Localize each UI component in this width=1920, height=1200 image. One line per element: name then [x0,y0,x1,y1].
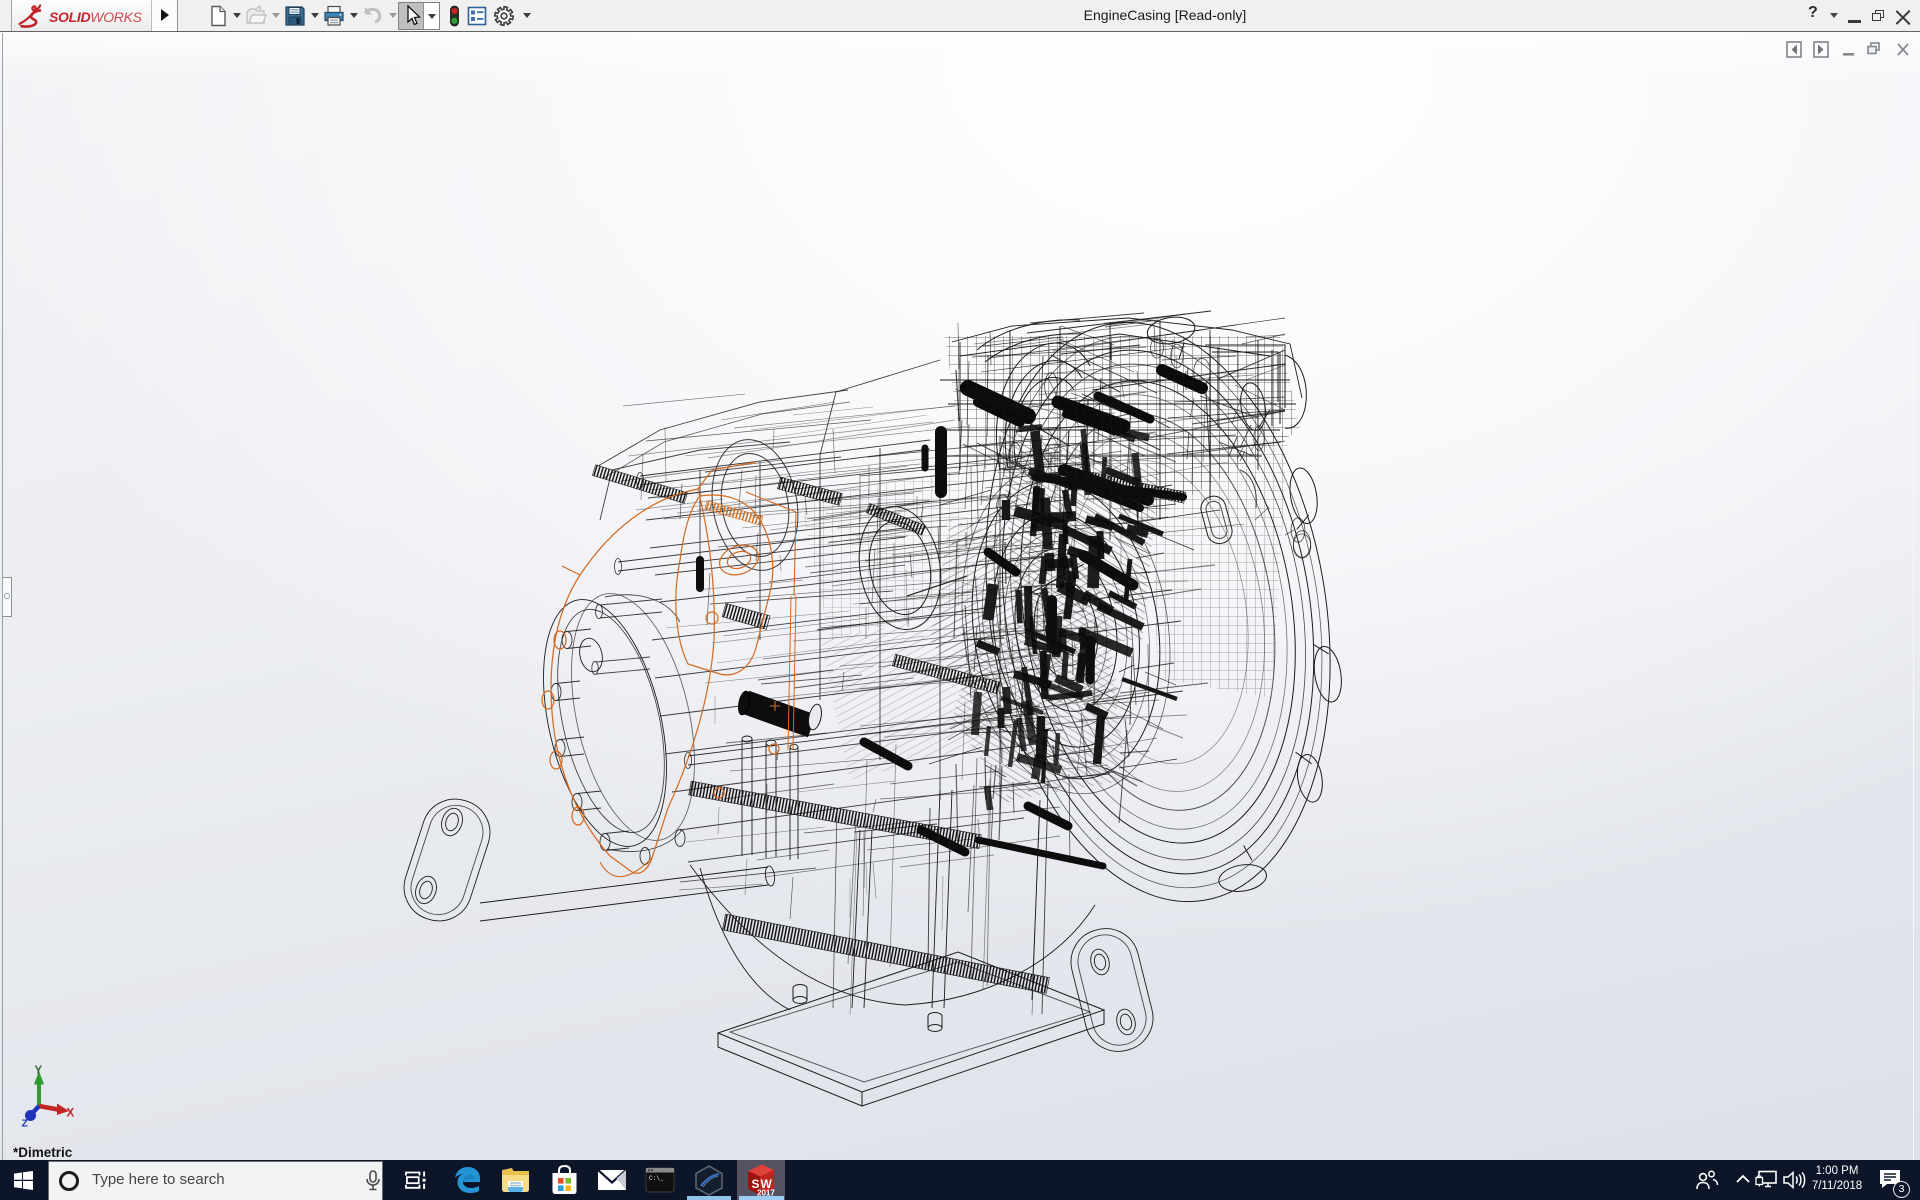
edge-icon [453,1165,483,1195]
volume-button[interactable] [1779,1160,1809,1200]
file-explorer-button[interactable] [492,1160,538,1200]
print-dropdown[interactable] [350,13,358,18]
brand-works: WORKS [90,9,141,25]
brand-solid: SOLID [49,9,90,25]
help-dropdown[interactable] [1830,13,1838,18]
search-placeholder: Type here to search [92,1171,225,1188]
left-plate [522,582,716,865]
running-indicator-mrviewer [687,1196,731,1200]
new-document-dropdown[interactable] [233,13,241,18]
notification-badge: 3 [1893,1181,1910,1198]
title-bar: SOLIDWORKS [0,0,1920,32]
restore-button[interactable] [1872,10,1885,22]
people-button[interactable] [1688,1160,1724,1200]
command-prompt-button[interactable]: C:\_ [637,1160,683,1200]
triad-y-axis: Y [34,1065,44,1106]
volume-icon [1783,1170,1807,1190]
command-prompt-icon: C:\_ [645,1167,675,1193]
display-states-button[interactable] [447,5,462,27]
base-plate [718,952,1104,1106]
windows-logo-icon [14,1171,33,1190]
svg-text:C:\_: C:\_ [649,1175,664,1182]
minimize-button[interactable] [1848,20,1861,23]
start-button[interactable] [0,1160,48,1200]
right-bracket [1064,922,1160,1059]
network-button[interactable] [1750,1160,1780,1200]
settings-dropdown[interactable] [523,13,531,18]
view-orientation-label: *Dimetric [13,1145,72,1160]
running-indicator-solidworks [739,1196,784,1200]
black-cylinder [737,690,824,731]
chevron-up-icon [1736,1174,1750,1184]
mail-button[interactable] [589,1160,635,1200]
clock-time: 1:00 PM [1806,1164,1868,1179]
open-button[interactable] [245,5,267,27]
clock-date: 7/11/2018 [1806,1179,1868,1194]
file-explorer-icon [501,1167,530,1193]
clock[interactable]: 1:00 PM 7/11/2018 [1806,1164,1868,1194]
store-icon [551,1165,578,1195]
cortana-icon [59,1171,79,1191]
highlighted-part[interactable] [542,462,796,877]
settings-gear-button[interactable] [493,5,515,27]
ds-logo-icon [16,1,50,31]
help-button[interactable]: ? [1808,4,1818,22]
windows-taskbar: Type here to search [0,1160,1920,1200]
dense-wireframe-texture [800,336,1300,800]
network-icon [1755,1170,1777,1189]
engine-casing-wireframe[interactable] [0,33,1920,1160]
options-form-button[interactable] [466,5,488,27]
close-button[interactable] [1895,8,1910,23]
task-view-icon [403,1169,427,1191]
task-view-button[interactable] [392,1160,438,1200]
triad-x-axis: X [39,1104,75,1120]
mail-icon [597,1169,627,1191]
brand-text: SOLIDWORKS [49,9,142,25]
svg-text:Z: Z [22,1118,29,1130]
solidworks-logo: SOLIDWORKS [11,0,152,31]
undo-dropdown[interactable] [389,13,397,18]
new-document-button[interactable] [207,5,229,27]
save-dropdown[interactable] [311,13,319,18]
people-icon [1695,1169,1719,1191]
mixed-reality-viewer-button[interactable] [686,1160,732,1200]
triad-y-label: Y [35,1065,43,1077]
solidworks-app-icon: SW 2017 [744,1163,778,1197]
select-cursor-icon [403,5,421,27]
open-dropdown[interactable] [272,13,280,18]
triad-z-axis: Z [22,1106,40,1130]
flyout-arrow-icon [161,9,169,21]
print-button[interactable] [323,5,345,27]
save-button[interactable] [284,5,306,27]
edge-button[interactable] [445,1160,491,1200]
mixed-reality-viewer-icon [693,1165,725,1196]
restore-front-square [1872,13,1881,21]
undo-button[interactable] [361,5,383,27]
select-dropdown[interactable] [428,14,436,19]
graphics-viewport[interactable]: Y X Z *Dimetric [0,33,1920,1160]
store-button[interactable] [541,1160,587,1200]
document-title: EngineCasing [Read-only] [1015,0,1315,32]
solidworks-taskbar-button[interactable]: SW 2017 [737,1160,785,1200]
select-tool-button[interactable] [398,2,440,30]
taskbar-search[interactable]: Type here to search [48,1161,383,1200]
menu-flyout-button[interactable] [152,0,178,31]
microphone-icon[interactable] [364,1170,382,1194]
triad-x-label: X [67,1108,75,1120]
